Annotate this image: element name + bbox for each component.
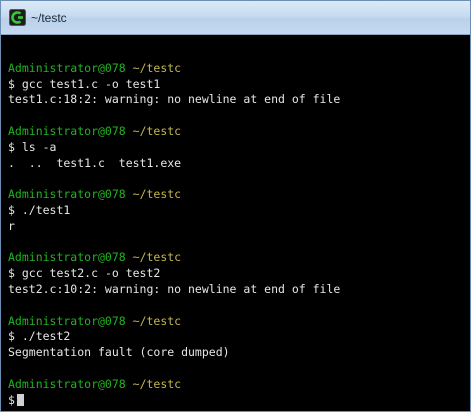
prompt-line: Administrator@078 ~/testc [8,124,470,140]
terminal-window: ~/testc Administrator@078 ~/testc $ gcc … [0,0,471,412]
prompt-path: ~/testc [132,60,182,75]
command-line: $ ./test1 [8,203,470,219]
prompt-path: ~/testc [132,250,182,265]
command-text: ls -a [14,139,57,154]
prompt-user: Administrator@078 [8,250,126,265]
command-line: $ ./test2 [8,329,470,345]
command-text: ./test2 [14,329,71,344]
prompt-line: Administrator@078 ~/testc [8,250,470,266]
output-line: . .. test1.c test1.exe [8,155,182,170]
command-line: $ ls -a [8,140,470,156]
output-line: Segmentation fault (core dumped) [8,345,230,360]
prompt-line: Administrator@078 ~/testc [8,314,470,330]
prompt-symbol: $ [8,139,15,154]
prompt-symbol: $ [8,266,15,281]
title-bar[interactable]: ~/testc [1,1,470,35]
window-title: ~/testc [31,11,67,25]
output-line: test1.c:18:2: warning: no newline at end… [8,92,341,107]
prompt-symbol: $ [8,329,15,344]
prompt-path: ~/testc [132,123,182,138]
prompt-user: Administrator@078 [8,123,126,138]
prompt-path: ~/testc [132,376,182,391]
prompt-user: Administrator@078 [8,313,126,328]
command-text: gcc test2.c -o test2 [14,266,161,281]
output-line: test2.c:10:2: warning: no newline at end… [8,281,341,296]
prompt-symbol: $ [8,76,15,91]
command-line: $ gcc test2.c -o test2 [8,266,470,282]
output-line: r [8,218,15,233]
prompt-line: Administrator@078 ~/testc [8,377,470,393]
active-command-line[interactable]: $ [8,393,470,409]
prompt-user: Administrator@078 [8,376,126,391]
prompt-symbol: $ [8,202,15,217]
terminal-output[interactable]: Administrator@078 ~/testc $ gcc test1.c … [1,35,470,411]
prompt-line: Administrator@078 ~/testc [8,61,470,77]
prompt-path: ~/testc [132,187,182,202]
prompt-user: Administrator@078 [8,60,126,75]
prompt-user: Administrator@078 [8,187,126,202]
command-text: gcc test1.c -o test1 [14,76,161,91]
command-line: $ gcc test1.c -o test1 [8,77,470,93]
text-cursor [16,394,24,407]
prompt-symbol: $ [8,392,15,407]
prompt-path: ~/testc [132,313,182,328]
cygwin-terminal-icon [9,9,26,26]
command-text: ./test1 [14,202,71,217]
prompt-line: Administrator@078 ~/testc [8,187,470,203]
